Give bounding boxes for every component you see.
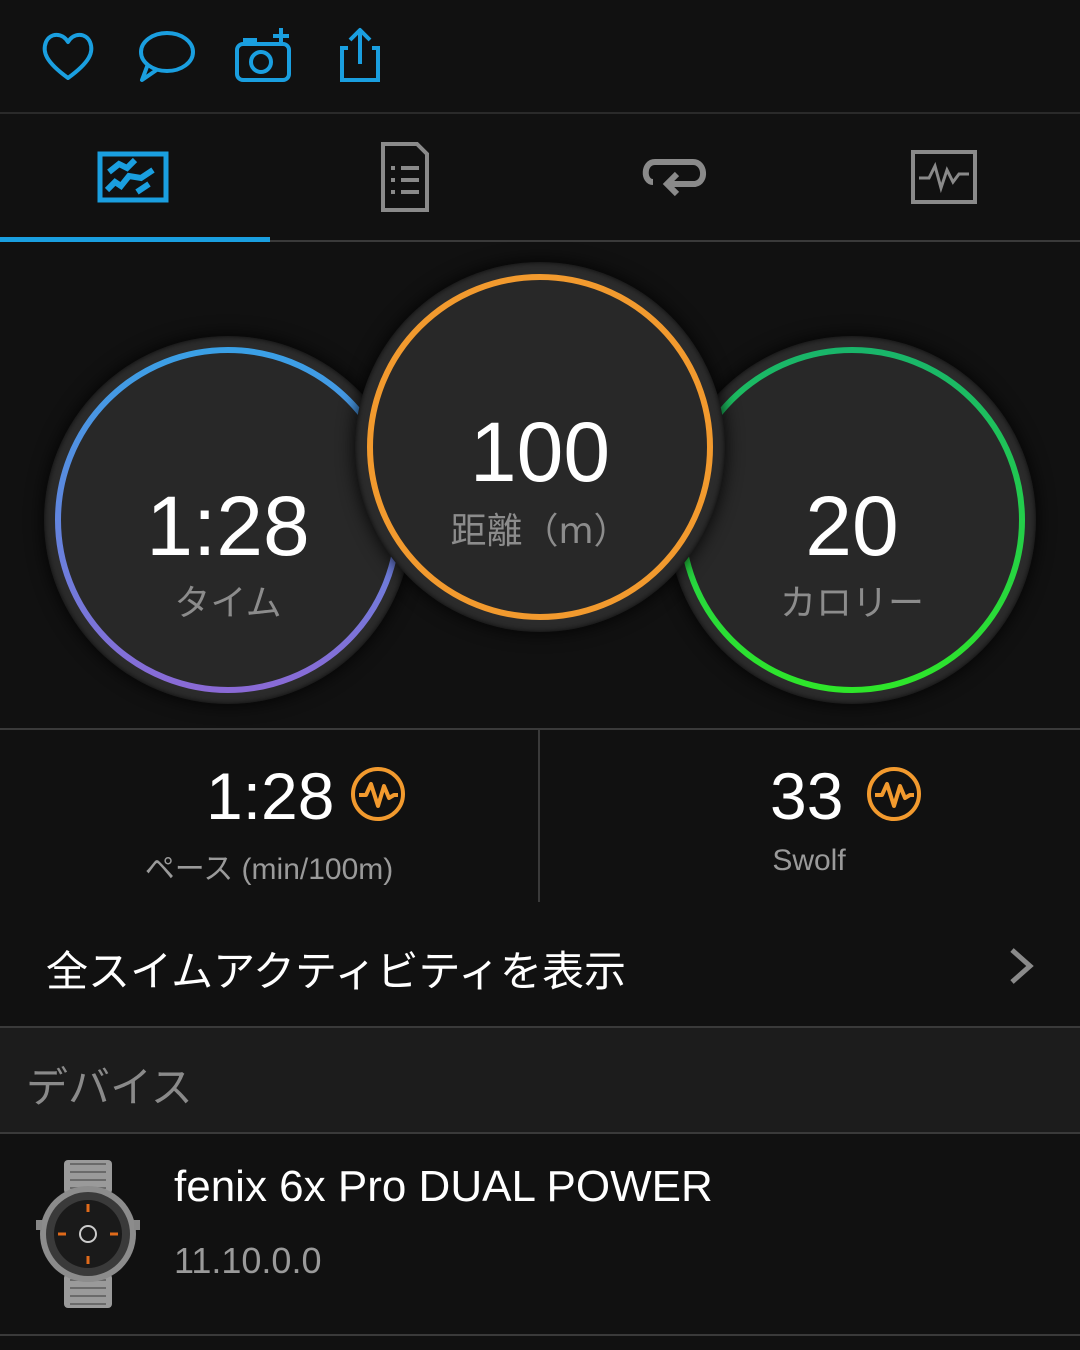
tab-details[interactable]: [270, 114, 540, 240]
distance-label: 距離（m）: [450, 511, 630, 552]
pulse-icon: [351, 767, 405, 821]
pace-label: ペース (min/100m): [144, 853, 394, 886]
tab-charts[interactable]: [810, 114, 1080, 240]
tab-laps[interactable]: [540, 114, 810, 240]
add-photo-icon[interactable]: [233, 26, 293, 86]
watch-image: [36, 1160, 140, 1308]
activity-action-bar: [0, 0, 1080, 114]
details-list-icon: [381, 142, 429, 212]
swim-stats: 1:28 ペース (min/100m) 33 Swolf: [0, 728, 1080, 904]
device-section-title: デバイス: [26, 1063, 193, 1112]
heart-icon[interactable]: [38, 26, 98, 86]
activity-tab-bar: [0, 114, 1080, 242]
device-name: fenix 6x Pro DUAL POWER: [174, 1162, 713, 1211]
device-row[interactable]: fenix 6x Pro DUAL POWER 11.10.0.0: [0, 1134, 1080, 1336]
swolf-stat: 33 Swolf: [540, 730, 1078, 902]
tab-map[interactable]: [0, 114, 270, 242]
pulse-icon: [867, 767, 921, 821]
chevron-right-icon: [1010, 948, 1034, 984]
swolf-value: 33: [770, 759, 844, 833]
pace-value: 1:28: [206, 759, 335, 833]
summary-rings: 1:28 タイム 20 カロリー 100 距離（m）: [0, 242, 1080, 728]
device-firmware-version: 11.10.0.0: [174, 1240, 322, 1281]
share-icon[interactable]: [330, 26, 390, 86]
swolf-label: Swolf: [772, 844, 846, 877]
all-swim-activities-label: 全スイムアクティビティを表示: [46, 947, 627, 996]
device-section-header: デバイス: [0, 1028, 1080, 1134]
map-icon: [97, 151, 169, 203]
pace-stat: 1:28 ペース (min/100m): [0, 730, 538, 902]
all-swim-activities-link[interactable]: 全スイムアクティビティを表示: [0, 902, 1080, 1028]
laps-icon: [642, 159, 706, 197]
distance-value: 100: [469, 405, 611, 499]
comment-icon[interactable]: [136, 26, 196, 86]
charts-icon: [911, 150, 977, 204]
